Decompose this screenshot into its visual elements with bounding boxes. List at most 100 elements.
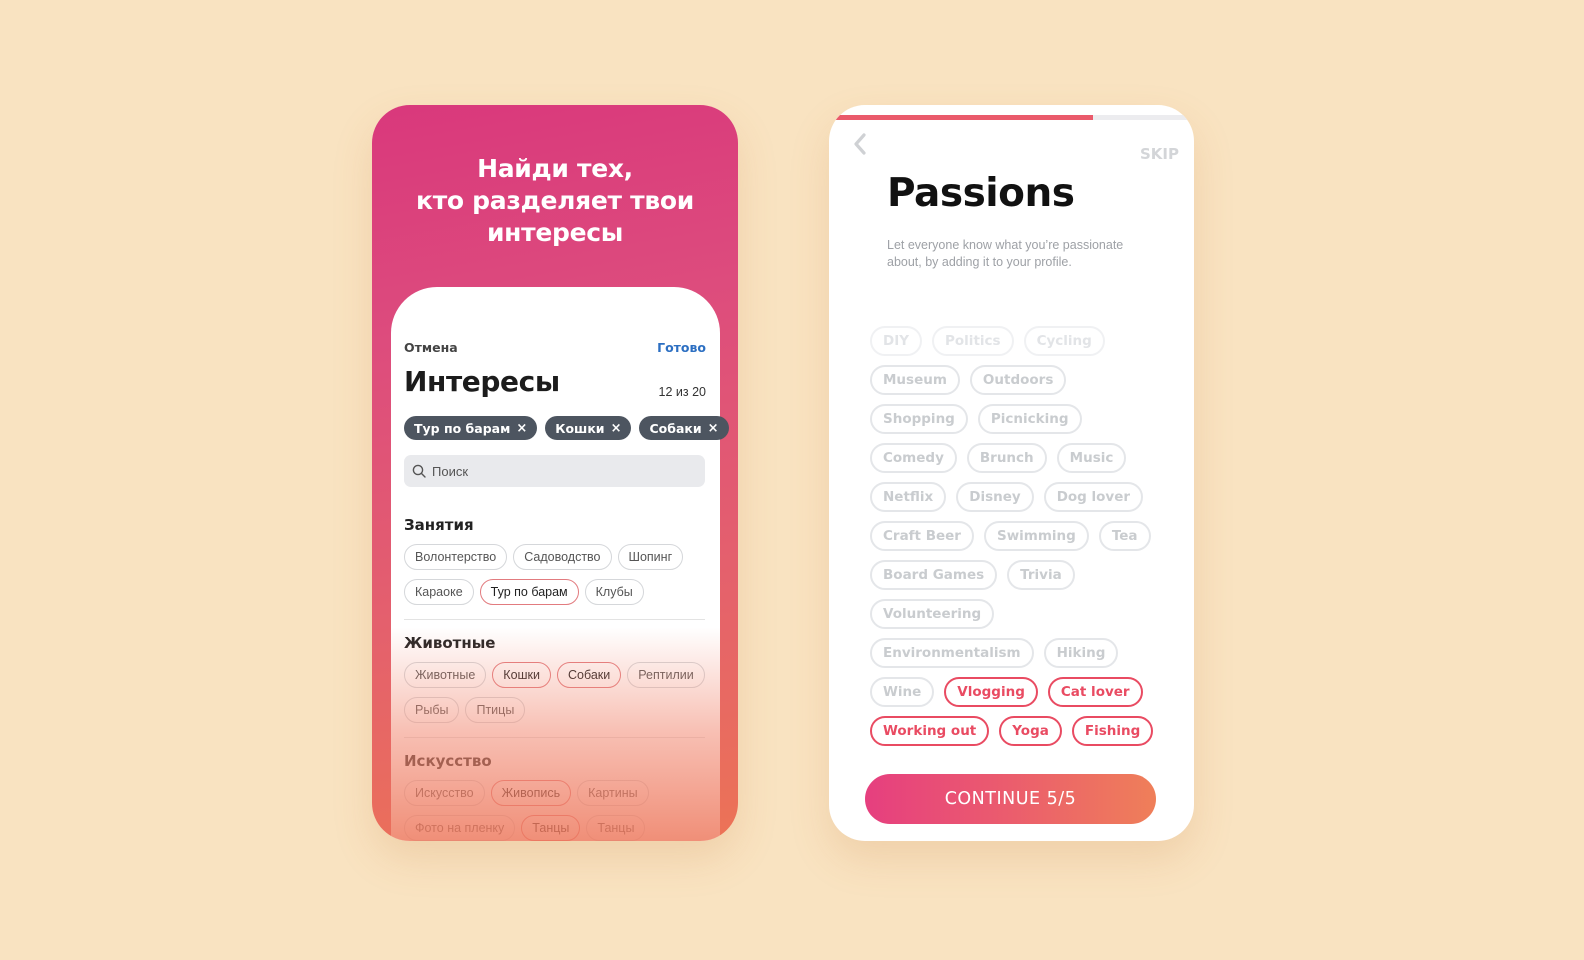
chip-list: Искусство Живопись Картины Фото на пленк… bbox=[404, 780, 705, 841]
search-input[interactable] bbox=[432, 463, 692, 479]
interest-chip[interactable]: Животные bbox=[404, 662, 487, 688]
progress-bar bbox=[835, 115, 1194, 120]
interest-chip-selected[interactable]: Тур по барам bbox=[479, 579, 579, 605]
interest-chip[interactable]: Садоводство bbox=[513, 544, 612, 570]
interest-chip[interactable]: Рыбы bbox=[404, 697, 460, 723]
passion-chip[interactable]: Politics bbox=[932, 326, 1014, 356]
passion-chip[interactable]: Museum bbox=[870, 365, 960, 395]
interest-chip[interactable]: Караоке bbox=[404, 579, 474, 605]
passion-chip-selected[interactable]: Fishing bbox=[1071, 716, 1154, 746]
selected-chip-label: Тур по барам bbox=[414, 420, 511, 436]
section-activities: Занятия Волонтерство Садоводство Шопинг … bbox=[404, 516, 705, 620]
passion-chip[interactable]: Wine bbox=[870, 677, 935, 707]
selected-chip-label: Собаки bbox=[649, 420, 702, 436]
selected-chips: Тур по барам × Кошки × Собаки × bbox=[404, 416, 729, 440]
interest-chip[interactable]: Фото на пленку bbox=[404, 815, 516, 841]
interest-chip[interactable]: Волонтерство bbox=[404, 544, 508, 570]
passion-chip[interactable]: Board Games bbox=[870, 560, 998, 590]
remove-icon[interactable]: × bbox=[516, 421, 527, 436]
selected-chip[interactable]: Кошки × bbox=[545, 416, 632, 440]
page-title: Passions bbox=[887, 171, 1075, 216]
passion-chip-selected[interactable]: Vlogging bbox=[944, 677, 1038, 707]
interest-chip[interactable]: Птицы bbox=[465, 697, 526, 723]
passion-chip[interactable]: Netflix bbox=[870, 482, 947, 512]
passion-row: Comedy Brunch Music bbox=[870, 443, 1160, 473]
section-divider bbox=[404, 619, 705, 620]
passion-chip-grid: DIY Politics Cycling Museum Outdoors Shopping… bbox=[870, 326, 1160, 746]
continue-button[interactable]: CONTINUE 5/5 bbox=[865, 774, 1156, 824]
interest-chip-selected[interactable]: Собаки bbox=[557, 662, 622, 688]
passion-chip[interactable]: Hiking bbox=[1043, 638, 1119, 668]
selected-chip[interactable]: Тур по барам × bbox=[404, 416, 538, 440]
search-field[interactable] bbox=[404, 455, 705, 487]
passion-row: Wine Vlogging Cat lover bbox=[870, 677, 1160, 707]
chip-list: Волонтерство Садоводство Шопинг Караоке … bbox=[404, 544, 705, 605]
back-chevron-icon[interactable] bbox=[849, 131, 871, 157]
passion-chip[interactable]: Cycling bbox=[1023, 326, 1105, 356]
interest-chip-selected[interactable]: Кошки bbox=[492, 662, 551, 688]
passion-chip[interactable]: Trivia bbox=[1007, 560, 1075, 590]
interest-chip[interactable]: Картины bbox=[577, 780, 649, 806]
passion-row: Museum Outdoors bbox=[870, 365, 1160, 395]
passion-chip[interactable]: Swimming bbox=[983, 521, 1089, 551]
passion-row: DIY Politics Cycling bbox=[870, 326, 1160, 356]
hero-line: кто разделяет твои bbox=[416, 186, 694, 215]
passion-chip[interactable]: Volunteering bbox=[870, 599, 995, 629]
search-icon bbox=[412, 464, 426, 478]
section-title: Искусство bbox=[404, 752, 492, 770]
passion-chip[interactable]: Music bbox=[1056, 443, 1127, 473]
interest-chip[interactable]: Искусство bbox=[404, 780, 485, 806]
interests-screen-ru: Найди тех, кто разделяет твои интересы О… bbox=[372, 105, 738, 841]
interest-chip[interactable]: Танцы bbox=[586, 815, 646, 841]
interest-chip[interactable]: Клубы bbox=[584, 579, 644, 605]
passion-chip[interactable]: Tea bbox=[1098, 521, 1151, 551]
passion-chip-selected[interactable]: Cat lover bbox=[1047, 677, 1143, 707]
passion-chip[interactable]: Brunch bbox=[966, 443, 1047, 473]
passion-chip[interactable]: Picnicking bbox=[977, 404, 1082, 434]
passion-row: Craft Beer Swimming Tea bbox=[870, 521, 1160, 551]
passion-chip[interactable]: Craft Beer bbox=[870, 521, 974, 551]
passion-row: Board Games Trivia bbox=[870, 560, 1160, 590]
cancel-button[interactable]: Отмена bbox=[404, 340, 458, 355]
passion-chip[interactable]: Shopping bbox=[870, 404, 968, 434]
passion-chip-selected[interactable]: Yoga bbox=[999, 716, 1062, 746]
section-divider bbox=[404, 737, 705, 738]
passion-row: Netflix Disney Dog lover bbox=[870, 482, 1160, 512]
hero-line: Найди тех, bbox=[477, 154, 633, 183]
passion-chip-selected[interactable]: Working out bbox=[870, 716, 990, 746]
passion-chip[interactable]: DIY bbox=[870, 326, 923, 356]
passion-chip[interactable]: Dog lover bbox=[1043, 482, 1144, 512]
section-title: Занятия bbox=[404, 516, 474, 534]
skip-button[interactable]: SKIP bbox=[1140, 145, 1179, 163]
selection-count: 12 из 20 bbox=[658, 385, 706, 399]
passions-screen: SKIP Passions Let everyone know what you… bbox=[829, 105, 1194, 841]
passion-row: Shopping Picnicking bbox=[870, 404, 1160, 434]
showcase-canvas: Найди тех, кто разделяет твои интересы О… bbox=[0, 0, 1584, 960]
progress-fill bbox=[835, 115, 1094, 120]
done-button[interactable]: Готово bbox=[657, 340, 706, 355]
page-description: Let everyone know what you’re passionate… bbox=[887, 238, 1124, 269]
interest-chip-selected[interactable]: Танцы bbox=[521, 815, 581, 841]
passion-row: Environmentalism Hiking bbox=[870, 638, 1160, 668]
passion-chip[interactable]: Environmentalism bbox=[870, 638, 1034, 668]
passion-chip[interactable]: Outdoors bbox=[969, 365, 1067, 395]
sheet-header: Отмена Готово bbox=[404, 340, 706, 355]
interest-chip-selected[interactable]: Живопись bbox=[490, 780, 572, 806]
selected-chip-label: Кошки bbox=[555, 420, 605, 436]
remove-icon[interactable]: × bbox=[708, 421, 719, 436]
passion-chip[interactable]: Comedy bbox=[870, 443, 957, 473]
passion-row: Volunteering bbox=[870, 599, 1160, 629]
section-art: Искусство Искусство Живопись Картины Фот… bbox=[404, 752, 705, 841]
chip-list: Животные Кошки Собаки Рептилии Рыбы Птиц… bbox=[404, 662, 705, 723]
hero-title: Найди тех, кто разделяет твои интересы bbox=[372, 153, 738, 249]
passion-row: Working out Yoga Fishing bbox=[870, 716, 1160, 746]
interest-chip[interactable]: Шопинг bbox=[617, 544, 684, 570]
remove-icon[interactable]: × bbox=[611, 421, 622, 436]
selected-chip[interactable]: Собаки × bbox=[639, 416, 729, 440]
hero-line: интересы bbox=[486, 218, 624, 247]
sheet-title: Интересы bbox=[404, 365, 560, 398]
interests-sheet: Отмена Готово Интересы 12 из 20 Тур по б… bbox=[391, 287, 729, 841]
passion-chip[interactable]: Disney bbox=[956, 482, 1034, 512]
interest-chip[interactable]: Рептилии bbox=[627, 662, 705, 688]
section-title: Животные bbox=[404, 634, 496, 652]
